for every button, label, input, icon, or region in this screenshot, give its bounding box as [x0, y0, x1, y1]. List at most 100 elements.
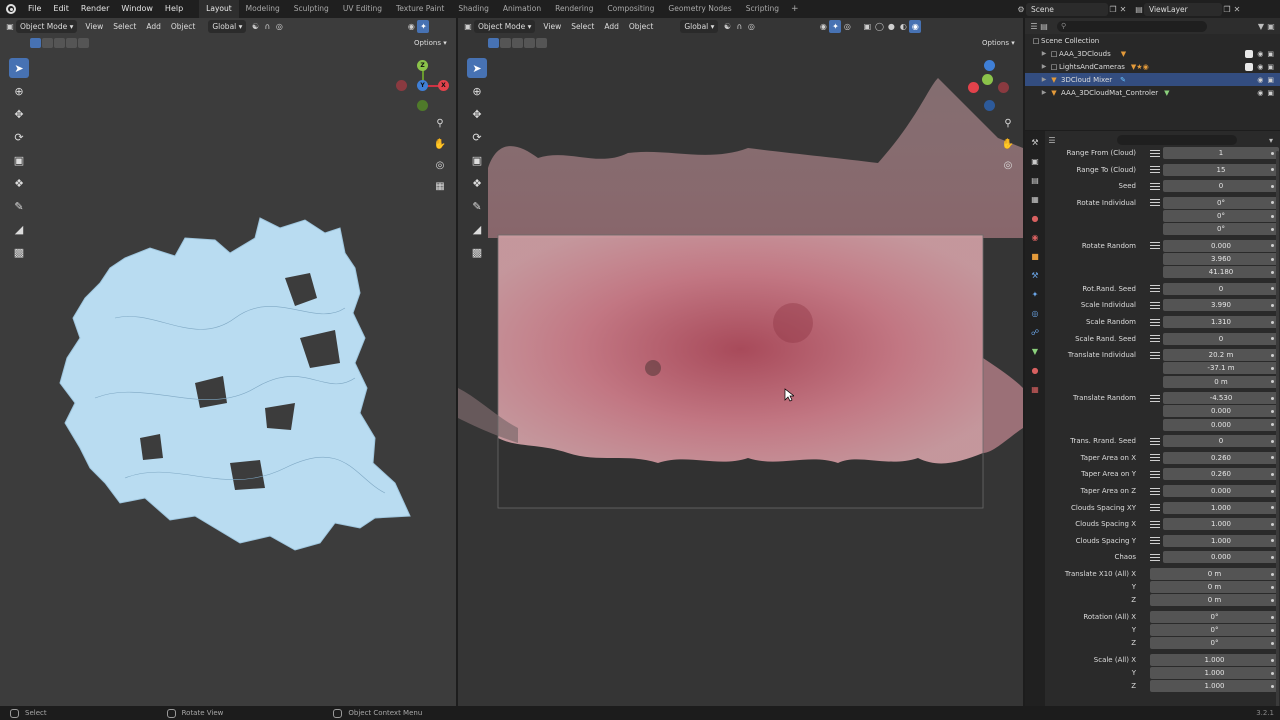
- property-value-field[interactable]: 0.260: [1163, 468, 1279, 481]
- annotate-tool-icon[interactable]: ✎: [9, 196, 29, 216]
- keyframe-dot-icon[interactable]: [1271, 684, 1274, 688]
- keyframe-dot-icon[interactable]: [1271, 628, 1274, 632]
- gizmo-neg-z-dot[interactable]: [984, 100, 995, 111]
- left-select-modes[interactable]: [30, 38, 90, 48]
- keyframe-dot-icon[interactable]: [1271, 409, 1274, 413]
- drag-grip-icon[interactable]: [1150, 182, 1160, 191]
- expand-arrow-icon[interactable]: ▶: [1039, 50, 1049, 57]
- object-tab-icon[interactable]: ■: [1028, 249, 1042, 263]
- tab-sculpting[interactable]: Sculpting: [287, 0, 336, 18]
- property-value-field[interactable]: 0 m: [1150, 568, 1279, 580]
- tool-tab-icon[interactable]: ⚒: [1028, 135, 1042, 149]
- right-mode-dropdown[interactable]: Object Mode ▾: [474, 19, 536, 33]
- property-value-field[interactable]: 1.000: [1163, 534, 1279, 547]
- keyframe-dot-icon[interactable]: [1271, 366, 1274, 370]
- menu-edit[interactable]: Edit: [47, 0, 75, 18]
- right-3d-viewport[interactable]: ▣ Object Mode ▾ View Select Add Object G…: [458, 18, 1023, 706]
- pivot-icon[interactable]: ☯: [721, 20, 733, 33]
- render-camera-icon[interactable]: ▣: [1267, 89, 1274, 97]
- property-value-field[interactable]: 1.000: [1150, 654, 1279, 666]
- measure-tool-icon[interactable]: ◢: [9, 219, 29, 239]
- keyframe-dot-icon[interactable]: [1271, 658, 1274, 662]
- right-select-modes[interactable]: [488, 38, 548, 48]
- pan-hand-icon[interactable]: ✋: [999, 135, 1017, 153]
- right-menu-object[interactable]: Object: [624, 22, 658, 31]
- pan-hand-icon[interactable]: ✋: [431, 135, 449, 153]
- cursor-tool-icon[interactable]: ⊕: [9, 81, 29, 101]
- tab-layout[interactable]: Layout: [199, 0, 239, 18]
- property-value-field[interactable]: 1.000: [1150, 667, 1279, 680]
- property-value-field[interactable]: -4.530: [1163, 392, 1279, 405]
- keyframe-dot-icon[interactable]: [1271, 257, 1274, 261]
- keyframe-dot-icon[interactable]: [1271, 572, 1274, 576]
- output-tab-icon[interactable]: ▤: [1028, 173, 1042, 187]
- property-value-field[interactable]: 0 m: [1150, 581, 1279, 594]
- data-tab-icon[interactable]: ▼: [1028, 344, 1042, 358]
- gizmo-neg-z-dot[interactable]: [417, 100, 428, 111]
- drag-grip-icon[interactable]: [1150, 241, 1160, 250]
- move-tool-icon[interactable]: ✥: [467, 104, 487, 124]
- drag-grip-icon[interactable]: [1150, 351, 1160, 360]
- drag-grip-icon[interactable]: [1150, 165, 1160, 174]
- scene-name-field[interactable]: Scene: [1026, 2, 1108, 16]
- gizmo-z-dot[interactable]: [984, 60, 995, 71]
- outliner-root-row[interactable]: □ Scene Collection: [1025, 34, 1280, 47]
- overlay-icon[interactable]: ◎: [841, 20, 853, 33]
- menu-window[interactable]: Window: [115, 0, 159, 18]
- property-value-field[interactable]: 15: [1163, 163, 1279, 176]
- properties-dropdown-icon[interactable]: ▾: [1266, 135, 1276, 145]
- property-value-field[interactable]: 0: [1163, 435, 1279, 448]
- material-shading-icon[interactable]: ◐: [897, 20, 909, 33]
- drag-grip-icon[interactable]: [1150, 284, 1160, 293]
- eye-icon[interactable]: ◉: [1257, 63, 1263, 71]
- menu-file[interactable]: File: [22, 0, 47, 18]
- property-value-field[interactable]: 0.000: [1163, 485, 1279, 497]
- drag-grip-icon[interactable]: [1150, 149, 1160, 158]
- keyframe-dot-icon[interactable]: [1271, 227, 1274, 231]
- render-camera-icon[interactable]: ▣: [1267, 50, 1274, 58]
- drag-grip-icon[interactable]: [1150, 301, 1160, 310]
- gizmo-neg-x-dot[interactable]: [998, 82, 1009, 93]
- transform-tool-icon[interactable]: ❖: [467, 173, 487, 193]
- drag-grip-icon[interactable]: [1150, 334, 1160, 343]
- keyframe-dot-icon[interactable]: [1271, 396, 1274, 400]
- keyframe-dot-icon[interactable]: [1271, 184, 1274, 188]
- property-value-field[interactable]: 41.180: [1163, 266, 1279, 279]
- include-checkbox[interactable]: [1245, 62, 1254, 71]
- tab-shading[interactable]: Shading: [451, 0, 495, 18]
- scale-tool-icon[interactable]: ▣: [9, 150, 29, 170]
- keyframe-dot-icon[interactable]: [1271, 472, 1274, 476]
- cloud-mesh-object[interactable]: [55, 198, 415, 558]
- expand-arrow-icon[interactable]: ▶: [1039, 63, 1049, 70]
- keyframe-dot-icon[interactable]: [1271, 615, 1274, 619]
- keyframe-dot-icon[interactable]: [1271, 522, 1274, 526]
- left-menu-add[interactable]: Add: [141, 22, 166, 31]
- keyframe-dot-icon[interactable]: [1271, 489, 1274, 493]
- expand-arrow-icon[interactable]: ▶: [1039, 76, 1049, 83]
- left-options-button[interactable]: Options ▾: [414, 39, 447, 47]
- outliner-row[interactable]: ▶ □ LightsAndCameras ▼★◉ ◉ ▣: [1025, 60, 1280, 73]
- new-collection-icon[interactable]: ▣: [1266, 21, 1276, 31]
- outliner-row-selected[interactable]: ▶ ▼ 3DCloud Mixer ✎ ◉ ▣: [1025, 73, 1280, 86]
- view-layer-tab-icon[interactable]: ▦: [1028, 192, 1042, 206]
- copy-view-layer-icon[interactable]: ❐: [1222, 4, 1232, 14]
- right-options-button[interactable]: Options ▾: [982, 39, 1015, 47]
- keyframe-dot-icon[interactable]: [1271, 303, 1274, 307]
- keyframe-dot-icon[interactable]: [1271, 641, 1274, 645]
- drag-grip-icon[interactable]: [1150, 536, 1160, 545]
- property-value-field[interactable]: 1.000: [1163, 518, 1279, 531]
- world-tab-icon[interactable]: ◉: [1028, 230, 1042, 244]
- keyframe-dot-icon[interactable]: [1271, 585, 1274, 589]
- property-value-field[interactable]: 1.000: [1150, 680, 1279, 693]
- drag-grip-icon[interactable]: [1150, 520, 1160, 529]
- property-value-field[interactable]: 3.990: [1163, 299, 1279, 312]
- property-value-field[interactable]: 0°: [1150, 637, 1279, 650]
- right-menu-add[interactable]: Add: [599, 22, 624, 31]
- view-layer-field[interactable]: ViewLayer: [1144, 2, 1222, 16]
- visibility-icon[interactable]: ◉: [405, 20, 417, 33]
- constraints-tab-icon[interactable]: ☍: [1028, 325, 1042, 339]
- drag-grip-icon[interactable]: [1150, 487, 1160, 496]
- tab-animation[interactable]: Animation: [496, 0, 548, 18]
- drag-grip-icon[interactable]: [1150, 198, 1160, 207]
- scale-tool-icon[interactable]: ▣: [467, 150, 487, 170]
